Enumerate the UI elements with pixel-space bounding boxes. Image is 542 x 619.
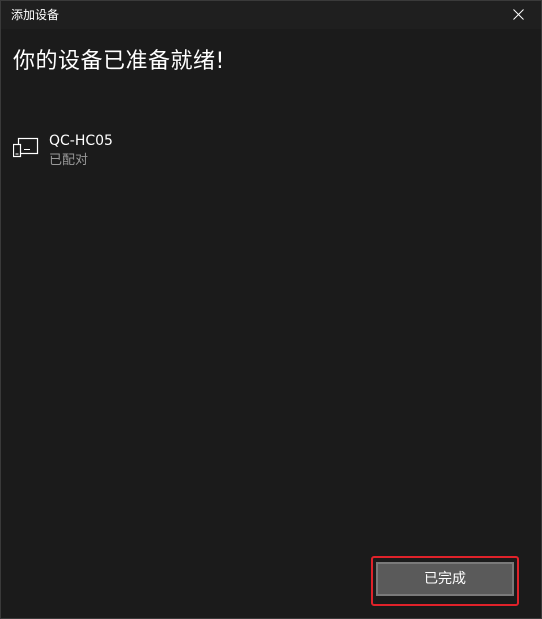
- title-bar: 添加设备: [1, 1, 541, 29]
- page-title: 你的设备已准备就绪!: [13, 49, 225, 74]
- done-button[interactable]: 已完成: [376, 562, 514, 596]
- close-icon: [513, 9, 524, 20]
- device-list-item[interactable]: QC-HC05 已配对: [13, 131, 313, 175]
- close-button[interactable]: [497, 1, 541, 29]
- device-name: QC-HC05: [49, 133, 113, 149]
- window-title: 添加设备: [11, 8, 60, 22]
- device-status: 已配对: [49, 153, 89, 168]
- device-icon: [13, 137, 39, 158]
- add-device-window: 添加设备 你的设备已准备就绪! QC-HC05 已配对 已完成: [0, 0, 542, 619]
